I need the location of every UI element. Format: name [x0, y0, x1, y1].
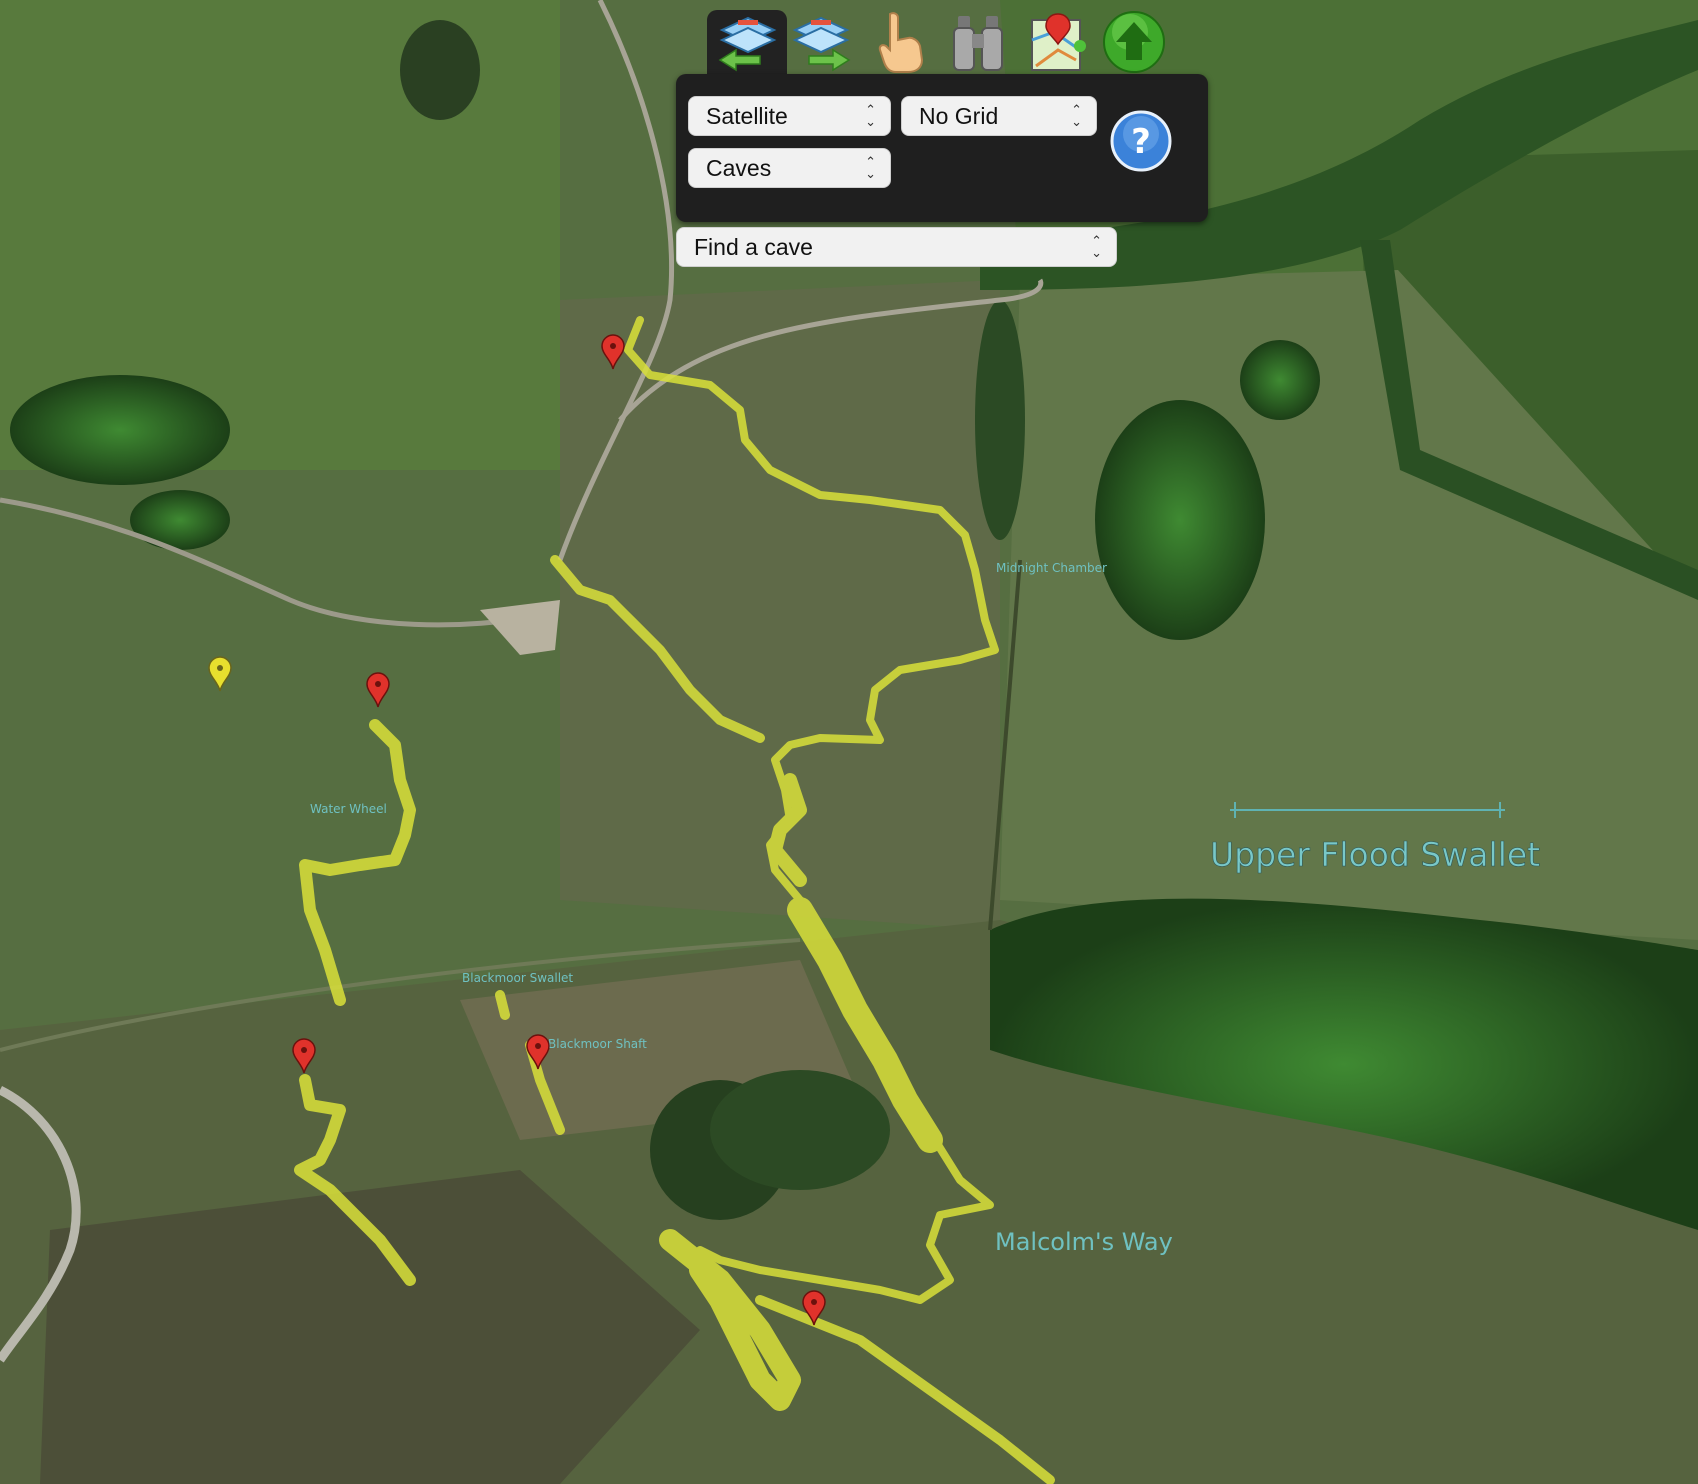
map-type-value: Satellite — [706, 103, 788, 129]
svg-text:?: ? — [1131, 122, 1151, 162]
chevron-updown-icon: ⌃ ⌄ — [1071, 102, 1082, 129]
survey-title: Upper Flood Swallet — [1210, 835, 1540, 874]
copse-west-2 — [130, 490, 230, 550]
layers-up-icon[interactable] — [714, 10, 782, 74]
label-malcolms-way: Malcolm's Way — [995, 1228, 1173, 1256]
label-blackmoor-shaft: Blackmoor Shaft — [548, 1037, 647, 1051]
binoculars-icon[interactable] — [944, 10, 1012, 74]
overlay-select[interactable]: Caves ⌃ ⌄ — [688, 148, 891, 188]
copse-north — [1240, 340, 1320, 420]
label-midnight-chamber: Midnight Chamber — [996, 561, 1107, 575]
cave-pin-red[interactable] — [802, 1290, 826, 1326]
cave-pin-red[interactable] — [366, 672, 390, 708]
copse-east — [1095, 400, 1265, 640]
grid-select[interactable]: No Grid ⌃ ⌄ — [901, 96, 1097, 136]
pointing-hand-icon[interactable] — [868, 10, 936, 74]
overlay-value: Caves — [706, 155, 772, 181]
help-icon: ? — [1110, 110, 1172, 172]
cave-pin-yellow[interactable] — [208, 656, 232, 692]
find-cave-value: Find a cave — [694, 234, 813, 260]
layers-down-icon[interactable] — [787, 10, 855, 74]
chevron-updown-icon: ⌃ ⌄ — [865, 154, 876, 181]
grid-value: No Grid — [919, 103, 999, 129]
chevron-updown-icon: ⌃ ⌄ — [1091, 233, 1102, 260]
cave-pin-red[interactable] — [601, 334, 625, 370]
help-button[interactable]: ? — [1110, 110, 1172, 172]
satellite-map[interactable]: Upper Flood Swallet Malcolm's Way Water … — [0, 0, 1698, 1484]
cave-pin-red[interactable] — [526, 1034, 550, 1070]
tree-cluster-nw — [400, 20, 480, 120]
copse-centre-south — [710, 1070, 890, 1190]
green-up-arrow-icon[interactable] — [1100, 10, 1168, 74]
find-cave-select[interactable]: Find a cave ⌃ ⌄ — [676, 227, 1117, 267]
copse-west — [10, 375, 230, 485]
label-water-wheel: Water Wheel — [310, 802, 387, 816]
map-type-select[interactable]: Satellite ⌃ ⌄ — [688, 96, 891, 136]
map-pin-icon[interactable] — [1024, 10, 1092, 74]
cave-pin-red[interactable] — [292, 1038, 316, 1074]
label-blackmoor-swallet: Blackmoor Swallet — [462, 971, 573, 985]
tree-hedge-right — [975, 300, 1025, 540]
chevron-updown-icon: ⌃ ⌄ — [865, 102, 876, 129]
